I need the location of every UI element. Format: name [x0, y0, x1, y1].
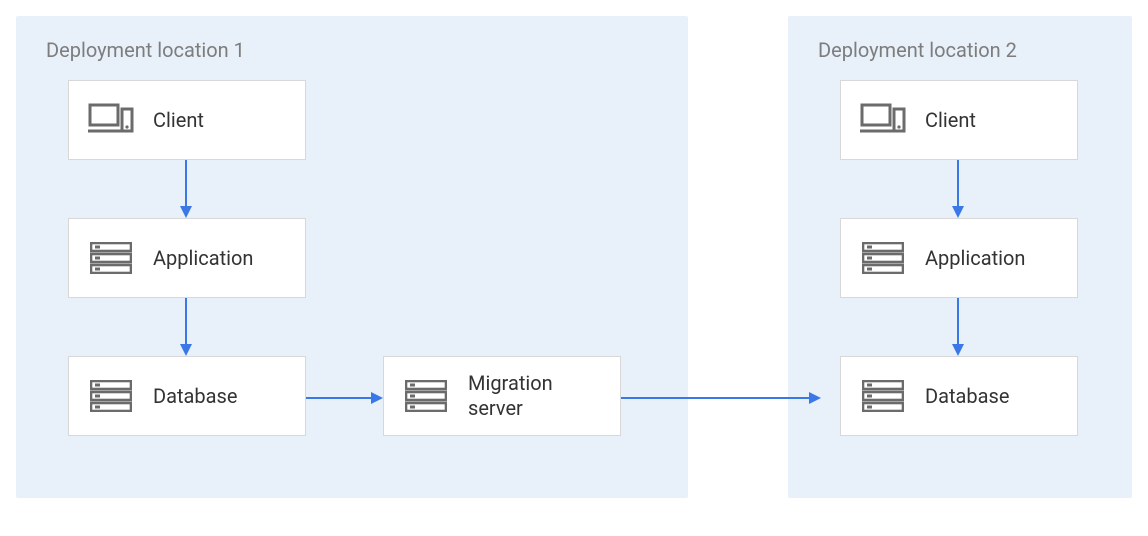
server-icon	[87, 234, 135, 282]
server-icon	[87, 372, 135, 420]
loc1-database-label: Database	[153, 384, 237, 409]
loc1-application-node: Application	[68, 218, 306, 298]
loc2-database-label: Database	[925, 384, 1009, 409]
arrow-loc1-db-to-migration	[305, 388, 383, 408]
client-devices-icon	[859, 96, 907, 144]
loc2-database-node: Database	[840, 356, 1078, 436]
server-icon	[859, 234, 907, 282]
loc2-client-node: Client	[840, 80, 1078, 160]
arrow-loc2-client-to-app	[948, 160, 968, 218]
loc2-application-label: Application	[925, 246, 1025, 271]
arrow-loc2-app-to-db	[948, 298, 968, 356]
loc2-application-node: Application	[840, 218, 1078, 298]
loc2-client-label: Client	[925, 108, 976, 133]
server-icon	[859, 372, 907, 420]
loc1-client-node: Client	[68, 80, 306, 160]
arrow-loc1-client-to-app	[176, 160, 196, 218]
server-icon	[402, 372, 450, 420]
loc1-application-label: Application	[153, 246, 253, 271]
loc1-migration-node: Migration server	[383, 356, 621, 436]
loc1-migration-label: Migration server	[468, 371, 602, 421]
arrow-loc1-app-to-db	[176, 298, 196, 356]
arrow-migration-to-loc2-db	[621, 388, 821, 408]
location-1-title: Deployment location 1	[46, 38, 245, 62]
client-devices-icon	[87, 96, 135, 144]
loc1-database-node: Database	[68, 356, 306, 436]
location-2-title: Deployment location 2	[818, 38, 1017, 62]
loc1-client-label: Client	[153, 108, 204, 133]
